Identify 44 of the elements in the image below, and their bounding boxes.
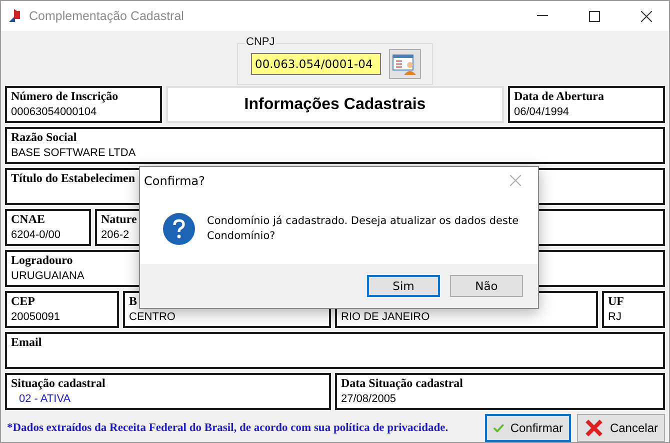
field-value: CENTRO — [129, 311, 176, 323]
cancel-icon — [584, 418, 604, 438]
field-label: CEP — [11, 294, 35, 309]
field-label: UF — [608, 294, 624, 309]
group-label: CNPJ — [245, 36, 276, 48]
field-value: 27/08/2005 — [341, 393, 396, 405]
field-value: 00063054000104 — [11, 106, 97, 118]
field-label: Nature — [101, 212, 137, 227]
window-title: Complementação Cadastral — [29, 9, 185, 23]
field-value: URUGUAIANA — [11, 270, 84, 282]
confirm-button[interactable]: Confirmar — [485, 414, 571, 442]
close-icon[interactable] — [640, 10, 652, 22]
lookup-button[interactable] — [389, 49, 421, 79]
privacy-note: *Dados extraídos da Receita Federal do Brasil, de acordo com sua política de privacidade. — [7, 422, 450, 434]
cnpj-input[interactable]: 00.063.054/0001-04 — [251, 53, 381, 75]
field-value: 06/04/1994 — [514, 106, 570, 118]
contact-card-icon — [392, 52, 418, 76]
form-heading: Informações Cadastrais — [244, 96, 426, 114]
dialog-title: Confirma? — [144, 174, 206, 188]
field-label: Razão Social — [11, 130, 77, 145]
field-value: 20050091 — [11, 311, 60, 323]
field-label: B — [129, 294, 138, 309]
minimize-icon[interactable] — [536, 15, 548, 17]
field-value: 206-2 — [101, 229, 130, 241]
maximize-icon[interactable] — [588, 10, 600, 22]
app-logo-icon — [7, 8, 23, 24]
question-icon — [163, 213, 195, 245]
field-label: Número de Inscrição — [11, 89, 118, 104]
field-value: RIO DE JANEIRO — [341, 311, 430, 323]
dialog-button[interactable]: Não — [450, 275, 523, 297]
cancel-button[interactable]: Cancelar — [577, 414, 665, 442]
field-label: Situação cadastral — [11, 376, 106, 391]
field-label: Data de Abertura — [514, 89, 604, 104]
field-value: BASE SOFTWARE LTDA — [11, 147, 136, 159]
field-label: Logradouro — [11, 253, 73, 268]
field-label: Email — [11, 335, 42, 350]
field-label: Título do Estabelecimen — [11, 171, 136, 186]
field-value: 6204-0/00 — [11, 229, 61, 241]
field-value: 02 - ATIVA — [18, 393, 71, 405]
field-label: Data Situação cadastral — [341, 376, 463, 391]
dialog-button[interactable]: Sim — [367, 275, 440, 297]
field-value: RJ — [608, 311, 622, 323]
field-label: CNAE — [11, 212, 46, 227]
dialog-message: Condomínio já cadastrado. Deseja atualizar os dados deste Condomínio? — [207, 214, 520, 244]
